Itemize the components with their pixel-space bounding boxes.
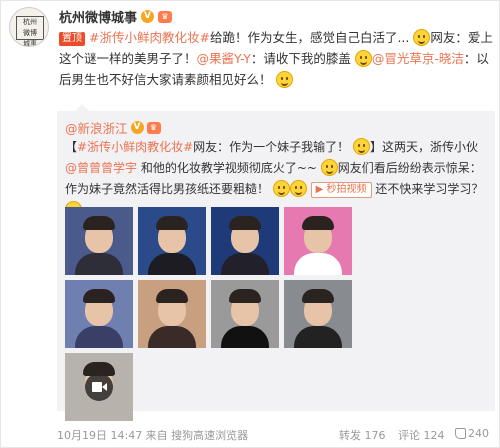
member-crown-icon: ♛ [158,10,173,23]
post-footer: 10月19日 14:47 来自 搜狗高速浏览器 转发 176 评论 124 24… [57,425,495,443]
author-name[interactable]: 杭州微博城事 [59,7,137,26]
video-link-button[interactable]: ▶ 秒拍视频 [310,182,372,198]
cry-emoji-icon [272,180,290,197]
pinned-tag: 置顶 [59,32,85,46]
photo-2[interactable] [138,207,206,275]
video-link-label: 秒拍视频 [326,184,367,195]
repost-button[interactable]: 转发 176 [339,427,386,443]
verified-badge-icon: V [141,10,155,23]
mention-link-2[interactable]: @冒光草京-晓洁 [372,51,464,66]
awkward-emoji-icon [413,29,431,46]
shy-emoji-icon [275,71,293,88]
photo-8[interactable] [284,280,352,348]
like-count: 240 [468,427,489,440]
like-button[interactable]: 240 [455,427,489,440]
post-text: 置顶 #浙传小鲜肉教化妆#给跪！作为女生，感觉自己白活了... 网友：爱上这个谜… [59,29,493,88]
comment-count: 评论 124 [398,429,445,442]
mention-link-1[interactable]: @果酱Y-Y [197,51,251,66]
post-text-part-1: 给跪！作为女生，感觉自己白活了... [209,30,410,45]
embarrassed-emoji-icon [352,138,370,155]
reposted-content: @新浪浙江 V ♛ 【#浙传小鲜肉教化妆#网友：作为一个妹子我输了！ 】这两天，… [57,104,495,421]
avatar-seal-logo: 杭州 微博 城事 [16,16,44,46]
cry-emoji-icon-2 [289,180,307,197]
photo-4[interactable] [284,207,352,275]
repost-author-link[interactable]: @新浪浙江 [65,118,128,137]
video-camera-icon[interactable] [85,373,113,401]
thumb-up-icon [455,428,466,439]
author-avatar[interactable]: 杭州 微博 城事 [9,7,49,47]
topic-link[interactable]: #浙传小鲜肉教化妆# [89,30,210,45]
comment-button[interactable]: 评论 124 [398,427,445,443]
repost-text-part-1: 网友：作为一个妹子我输了！ [193,140,350,154]
cat-emoji-icon [320,159,338,176]
repost-verified-badge-icon: V [130,121,144,134]
photo-5[interactable] [65,280,133,348]
photo-3[interactable] [211,207,279,275]
repost-author-row: @新浪浙江 V ♛ [65,118,161,137]
repost-text-part-5: 还不快来学习学习？ [375,182,484,196]
post-time-source[interactable]: 10月19日 14:47 来自 搜狗高速浏览器 [57,427,248,443]
photo-7[interactable] [211,280,279,348]
weibo-post-card: 杭州 微博 城事 杭州微博城事 V ♛ 置顶 #浙传小鲜肉教化妆#给跪！作为女生，感… [0,0,500,448]
repost-mention-link[interactable]: @曾曾曾学宇 [65,161,137,175]
repost-topic-link[interactable]: #浙传小鲜肉教化妆# [77,140,193,154]
author-name-row: 杭州微博城事 V ♛ [59,7,173,26]
video-thumbnail[interactable] [65,353,133,421]
repost-count: 转发 176 [339,429,386,442]
post-text-part-3: ：请收下我的膝盖 [250,51,351,66]
repost-text-part-2: 】这两天，浙传小伙 [369,140,478,154]
repost-text-part-3: 和他的化妆教学视频彻底火了~~ [140,161,317,175]
repost-open-bracket: 【 [65,140,78,154]
photo-6[interactable] [138,280,206,348]
laugh-emoji-icon [354,50,372,67]
repost-member-crown-icon: ♛ [146,121,161,134]
photo-1[interactable] [65,207,133,275]
